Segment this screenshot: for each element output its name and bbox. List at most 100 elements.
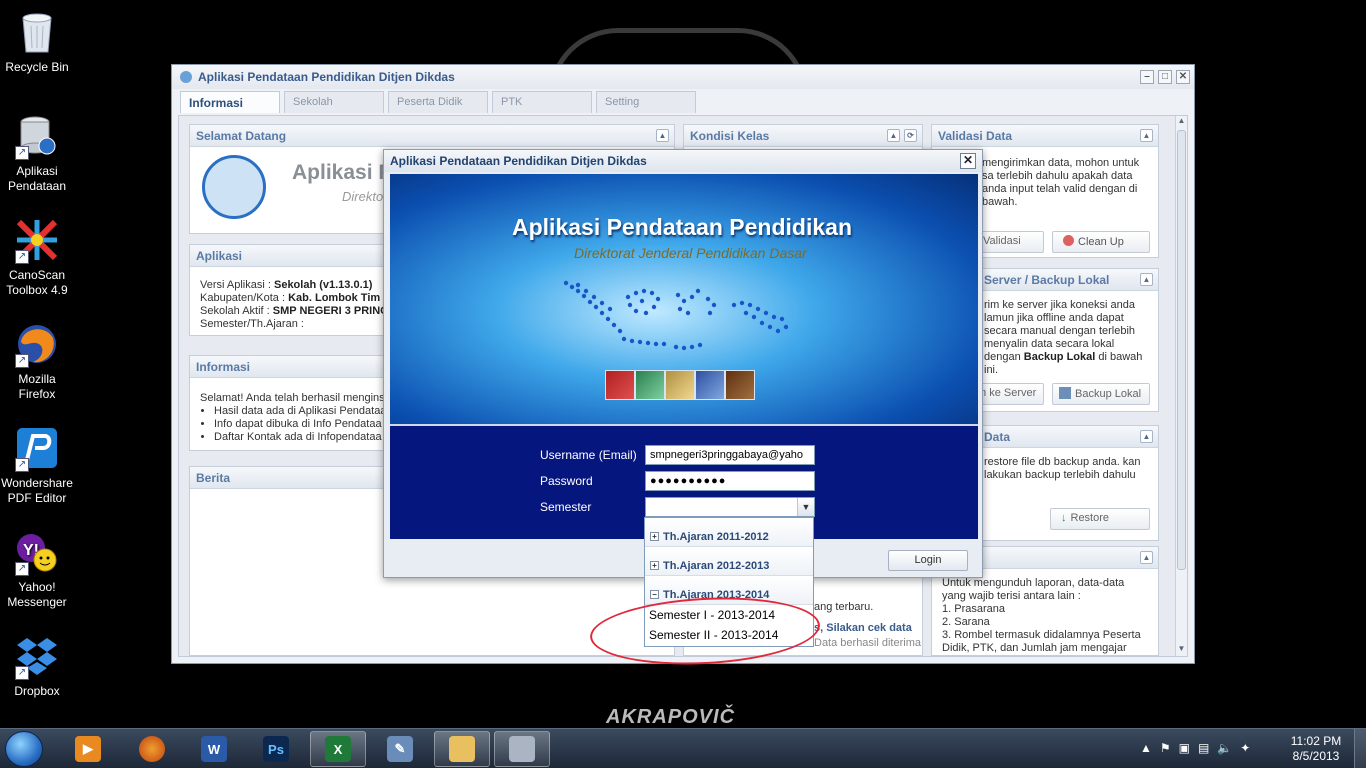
login-banner: Aplikasi Pendataan Pendidikan Direktorat… bbox=[390, 174, 978, 424]
scanner-icon: ↗ bbox=[13, 216, 61, 264]
collapse-icon[interactable]: ▲ bbox=[1140, 551, 1153, 564]
desktop-icon-label: Mozilla Firefox bbox=[18, 372, 56, 401]
taskbar-firefox[interactable] bbox=[124, 731, 180, 767]
backup-lokal-button[interactable]: Backup Lokal bbox=[1052, 383, 1150, 405]
tab-sekolah[interactable]: Sekolah bbox=[284, 91, 384, 113]
taskbar-media-player[interactable]: ▶ bbox=[60, 731, 116, 767]
expand-icon[interactable]: + bbox=[650, 561, 659, 570]
collapse-icon[interactable]: ▲ bbox=[656, 129, 669, 142]
chevron-down-icon[interactable]: ▼ bbox=[797, 498, 814, 516]
taskbar-photoshop[interactable]: Ps bbox=[248, 731, 304, 767]
tab-setting[interactable]: Setting bbox=[596, 91, 696, 113]
scroll-up-icon[interactable]: ▲ bbox=[1176, 116, 1187, 128]
dropbox-icon: ↗ bbox=[13, 632, 61, 680]
collapse-icon[interactable]: − bbox=[650, 590, 659, 599]
desktop-icon-firefox[interactable]: ↗ Mozilla Firefox bbox=[0, 320, 74, 402]
maximize-icon[interactable]: □ bbox=[1158, 70, 1172, 84]
panel-title: Server / Backup Lokal bbox=[984, 273, 1110, 287]
desktop-icon-label: CanoScan Toolbox 4.9 bbox=[6, 268, 68, 297]
database-app-icon: ↗ bbox=[13, 112, 61, 160]
semester-label: Semester bbox=[540, 500, 592, 514]
restore-button[interactable]: ↓ Restore bbox=[1050, 508, 1150, 530]
desktop-icon-label: Yahoo! Messenger bbox=[7, 580, 67, 609]
network-icon[interactable]: ▤ bbox=[1198, 741, 1209, 755]
desktop-icon-wondershare[interactable]: ↗ Wondershare PDF Editor bbox=[0, 424, 74, 506]
tab-informasi[interactable]: Informasi bbox=[180, 91, 280, 113]
desktop-icon-yahoo[interactable]: Y! ↗ Yahoo! Messenger bbox=[0, 528, 74, 610]
collapse-icon[interactable]: ▲ bbox=[1140, 430, 1153, 443]
collapse-icon[interactable]: ▲ bbox=[1140, 273, 1153, 286]
panel-title: Validasi Data bbox=[938, 129, 1013, 143]
dropdown-group[interactable]: + Th.Ajaran 2012-2013 bbox=[645, 547, 813, 576]
password-input[interactable]: ●●●●●●●●●● bbox=[645, 471, 815, 491]
taskbar-pendataan[interactable] bbox=[494, 731, 550, 767]
database-app-icon bbox=[509, 736, 535, 762]
desktop-icon-canoscan[interactable]: ↗ CanoScan Toolbox 4.9 bbox=[0, 216, 74, 298]
banner-thumbnails bbox=[605, 370, 755, 400]
semester-select[interactable]: ▼ bbox=[645, 497, 815, 517]
dropbox-tray-icon[interactable]: ✦ bbox=[1240, 741, 1250, 755]
panel-title: Informasi bbox=[196, 360, 251, 374]
clock[interactable]: 11:02 PM 8/5/2013 bbox=[1286, 734, 1346, 764]
expand-icon[interactable]: + bbox=[650, 532, 659, 541]
start-button[interactable] bbox=[5, 731, 43, 767]
tab-peserta-didik[interactable]: Peserta Didik bbox=[388, 91, 488, 113]
app-icon: ✎ bbox=[387, 736, 413, 762]
app-title-bar[interactable]: Aplikasi Pendataan Pendidikan Ditjen Dik… bbox=[172, 65, 1194, 89]
panel-title: Kondisi Kelas bbox=[690, 129, 770, 143]
dialog-title: Aplikasi Pendataan Pendidikan Ditjen Dik… bbox=[390, 154, 647, 168]
berita-fragment: Data berhasil diterima dan diproses, be bbox=[814, 637, 922, 649]
minimize-icon[interactable]: – bbox=[1140, 70, 1154, 84]
folder-icon bbox=[449, 736, 475, 762]
volume-icon[interactable]: 🔈 bbox=[1217, 741, 1232, 755]
username-label: Username (Email) bbox=[540, 448, 637, 462]
scroll-thumb[interactable] bbox=[1177, 130, 1186, 570]
close-icon[interactable]: ✕ bbox=[1176, 70, 1190, 84]
list-item: 3. Rombel termasuk didalamnya Peserta Di… bbox=[942, 629, 1141, 654]
desktop-icon-dropbox[interactable]: ↗ Dropbox bbox=[0, 632, 74, 699]
device-icon[interactable]: ▣ bbox=[1179, 741, 1190, 755]
show-hidden-icons-icon[interactable]: ▲ bbox=[1140, 741, 1152, 755]
panel-title: Data bbox=[984, 430, 1011, 444]
panel-title: Berita bbox=[196, 471, 231, 485]
tab-bar: Informasi Sekolah Peserta Didik PTK Sett… bbox=[172, 91, 1194, 113]
taskbar-explorer[interactable] bbox=[434, 731, 490, 767]
firefox-icon bbox=[139, 736, 165, 762]
taskbar-app[interactable]: ✎ bbox=[372, 731, 428, 767]
flag-icon[interactable]: ⚑ bbox=[1160, 741, 1171, 755]
collapse-icon[interactable]: ▲ bbox=[887, 129, 900, 142]
dropdown-group[interactable]: + Th.Ajaran 2011-2012 bbox=[645, 518, 813, 547]
login-dialog: Aplikasi Pendataan Pendidikan Ditjen Dik… bbox=[383, 149, 983, 578]
yahoo-messenger-icon: Y! ↗ bbox=[13, 528, 61, 576]
welcome-banner-subtitle: Direkto bbox=[342, 189, 384, 204]
show-desktop-button[interactable] bbox=[1354, 729, 1366, 768]
desktop-icon-label: Wondershare PDF Editor bbox=[1, 476, 73, 505]
desktop-icon-recycle-bin[interactable]: Recycle Bin bbox=[0, 8, 74, 75]
word-icon: W bbox=[201, 736, 227, 762]
taskbar-word[interactable]: W bbox=[186, 731, 242, 767]
desktop-icon-label: Dropbox bbox=[14, 684, 60, 698]
app-title: Aplikasi Pendataan Pendidikan Ditjen Dik… bbox=[198, 70, 455, 84]
refresh-icon[interactable]: ⟳ bbox=[904, 129, 917, 142]
clock-time: 11:02 PM bbox=[1290, 734, 1342, 748]
username-input[interactable]: smpnegeri3pringgabaya@yaho bbox=[645, 445, 815, 465]
cleanup-button[interactable]: Clean Up bbox=[1052, 231, 1150, 253]
pdf-editor-icon: ↗ bbox=[13, 424, 61, 472]
close-icon[interactable]: ✕ bbox=[960, 153, 976, 169]
tut-wuri-logo bbox=[202, 155, 266, 219]
vertical-scrollbar[interactable]: ▲ ▼ bbox=[1175, 116, 1187, 656]
media-player-icon: ▶ bbox=[75, 736, 101, 762]
dialog-title-bar[interactable]: Aplikasi Pendataan Pendidikan Ditjen Dik… bbox=[384, 150, 982, 172]
scroll-down-icon[interactable]: ▼ bbox=[1176, 644, 1187, 656]
tab-ptk[interactable]: PTK bbox=[492, 91, 592, 113]
taskbar-excel[interactable]: X bbox=[310, 731, 366, 767]
list-item: 1. Prasarana bbox=[942, 603, 1005, 615]
banner-title: Aplikasi Pendataan Pendidikan bbox=[512, 214, 852, 240]
firefox-icon: ↗ bbox=[13, 320, 61, 368]
collapse-icon[interactable]: ▲ bbox=[1140, 129, 1153, 142]
photoshop-icon: Ps bbox=[263, 736, 289, 762]
login-button[interactable]: Login bbox=[888, 550, 968, 571]
arrow-down-icon: ↓ bbox=[1061, 512, 1067, 524]
clock-date: 8/5/2013 bbox=[1292, 749, 1340, 763]
desktop-icon-aplikasi-pendataan[interactable]: ↗ Aplikasi Pendataan bbox=[0, 112, 74, 194]
